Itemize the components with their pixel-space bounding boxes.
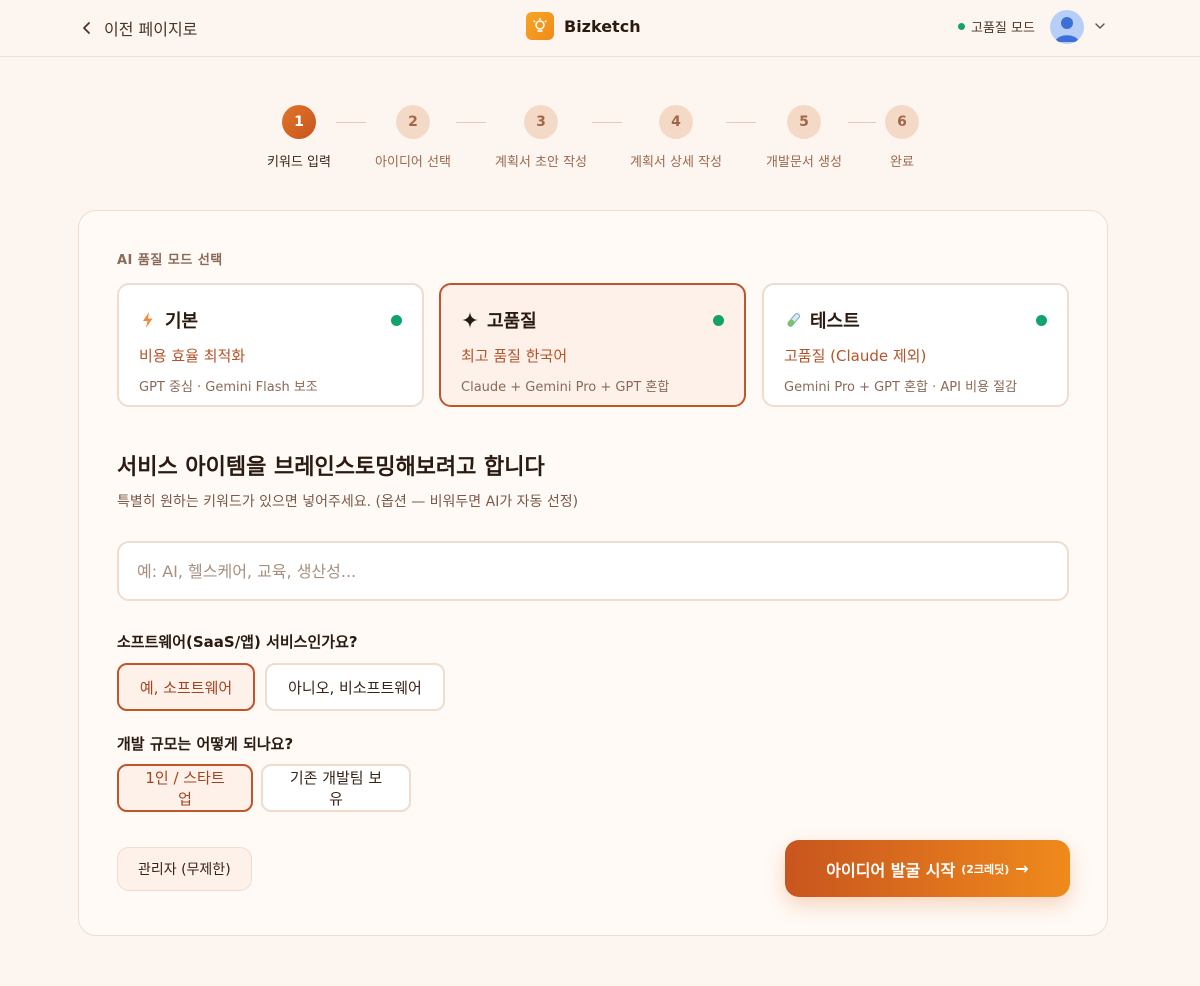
mode-title: 고품질 — [487, 311, 537, 332]
mode-card-basic[interactable]: 기본 비용 효율 최적화 GPT 중심 · Gemini Flash 보조 — [117, 283, 424, 407]
step-label: 키워드 입력 — [267, 155, 331, 170]
mode-subtitle: 비용 효율 최적화 — [139, 347, 246, 365]
mode-status: 고품질 모드 — [958, 16, 1035, 36]
step-connector — [848, 122, 876, 123]
step-number: 2 — [396, 105, 430, 139]
software-yes-button[interactable]: 예, 소프트웨어 — [117, 663, 255, 711]
step-5: 5 개발문서 생성 — [756, 105, 852, 170]
mode-card-high-quality[interactable]: 고품질 최고 품질 한국어 Claude + Gemini Pro + GPT … — [439, 283, 746, 407]
step-label: 개발문서 생성 — [766, 155, 842, 170]
status-dot-icon — [958, 22, 965, 30]
admin-button[interactable]: 관리자 (무제한) — [117, 847, 252, 891]
cta-label: 아이디어 발굴 시작 — [826, 860, 956, 880]
user-icon — [1055, 17, 1079, 42]
step-6: 6 완료 — [876, 105, 928, 170]
test-tube-icon — [787, 313, 800, 327]
step-4: 4 계획서 상세 작성 — [621, 105, 731, 170]
step-label: 계획서 상세 작성 — [630, 155, 722, 170]
step-3: 3 계획서 초안 작성 — [486, 105, 596, 170]
software-question-label: 소프트웨어(SaaS/앱) 서비스인가요? — [117, 633, 358, 651]
scale-startup-button[interactable]: 1인 / 스타트업 — [117, 764, 253, 812]
keyword-input[interactable] — [117, 541, 1069, 601]
cta-credit: (2크레딧) — [961, 862, 1010, 876]
step-label: 계획서 초안 작성 — [495, 155, 587, 170]
quality-section-label: AI 품질 모드 선택 — [117, 253, 223, 268]
start-idea-button[interactable]: 아이디어 발굴 시작 (2크레딧) → — [785, 840, 1070, 897]
step-number: 4 — [659, 105, 693, 139]
scale-question-label: 개발 규모는 어떻게 되나요? — [117, 735, 294, 753]
mode-subtitle: 고품질 (Claude 제외) — [784, 347, 927, 365]
progress-stepper: 1 키워드 입력 2 아이디어 선택 3 계획서 초안 작성 4 계획서 상세 … — [0, 105, 1200, 170]
status-dot-icon — [713, 315, 724, 326]
mode-title: 테스트 — [810, 311, 860, 332]
step-connector — [456, 122, 486, 123]
lightning-icon — [143, 312, 153, 328]
brand[interactable]: Bizketch — [526, 11, 641, 41]
step-number: 1 — [282, 105, 316, 139]
mode-description: GPT 중심 · Gemini Flash 보조 — [139, 380, 318, 395]
mode-subtitle: 최고 품질 한국어 — [461, 347, 568, 365]
mode-title: 기본 — [165, 311, 199, 332]
step-2: 2 아이디어 선택 — [368, 105, 458, 170]
scale-existing-team-button[interactable]: 기존 개발팀 보유 — [261, 764, 411, 812]
mode-description: Claude + Gemini Pro + GPT 혼합 — [461, 380, 670, 395]
chevron-left-icon — [83, 22, 90, 34]
brainstorm-subheading: 특별히 원하는 키워드가 있으면 넣어주세요. (옵션 — 비워두면 AI가 자… — [117, 494, 579, 510]
brand-name: Bizketch — [564, 16, 641, 36]
step-label: 아이디어 선택 — [375, 155, 451, 170]
main-card: AI 품질 모드 선택 기본 비용 효율 최적화 GPT 중심 · Gemini… — [78, 210, 1108, 936]
step-connector — [336, 122, 366, 123]
chevron-down-icon[interactable] — [1094, 20, 1106, 32]
arrow-right-icon: → — [1015, 859, 1029, 878]
step-number: 6 — [885, 105, 919, 139]
status-dot-icon — [391, 315, 402, 326]
sparkle-icon — [462, 312, 478, 328]
lightbulb-icon — [526, 12, 554, 40]
step-number: 5 — [787, 105, 821, 139]
brainstorm-heading: 서비스 아이템을 브레인스토밍해보려고 합니다 — [117, 455, 545, 480]
step-number: 3 — [524, 105, 558, 139]
step-label: 완료 — [890, 155, 914, 170]
mode-card-test[interactable]: 테스트 고품질 (Claude 제외) Gemini Pro + GPT 혼합 … — [762, 283, 1069, 407]
back-link-label: 이전 페이지로 — [104, 20, 198, 39]
avatar[interactable] — [1050, 10, 1084, 44]
mode-status-label: 고품질 모드 — [971, 20, 1035, 36]
back-link[interactable]: 이전 페이지로 — [80, 16, 197, 40]
step-connector — [592, 122, 622, 123]
top-header: 이전 페이지로 Bizketch 고품질 모드 — [0, 0, 1200, 57]
step-1: 1 키워드 입력 — [259, 105, 339, 170]
mode-description: Gemini Pro + GPT 혼합 · API 비용 절감 — [784, 380, 1018, 395]
software-no-button[interactable]: 아니오, 비소프트웨어 — [265, 663, 445, 711]
status-dot-icon — [1036, 315, 1047, 326]
